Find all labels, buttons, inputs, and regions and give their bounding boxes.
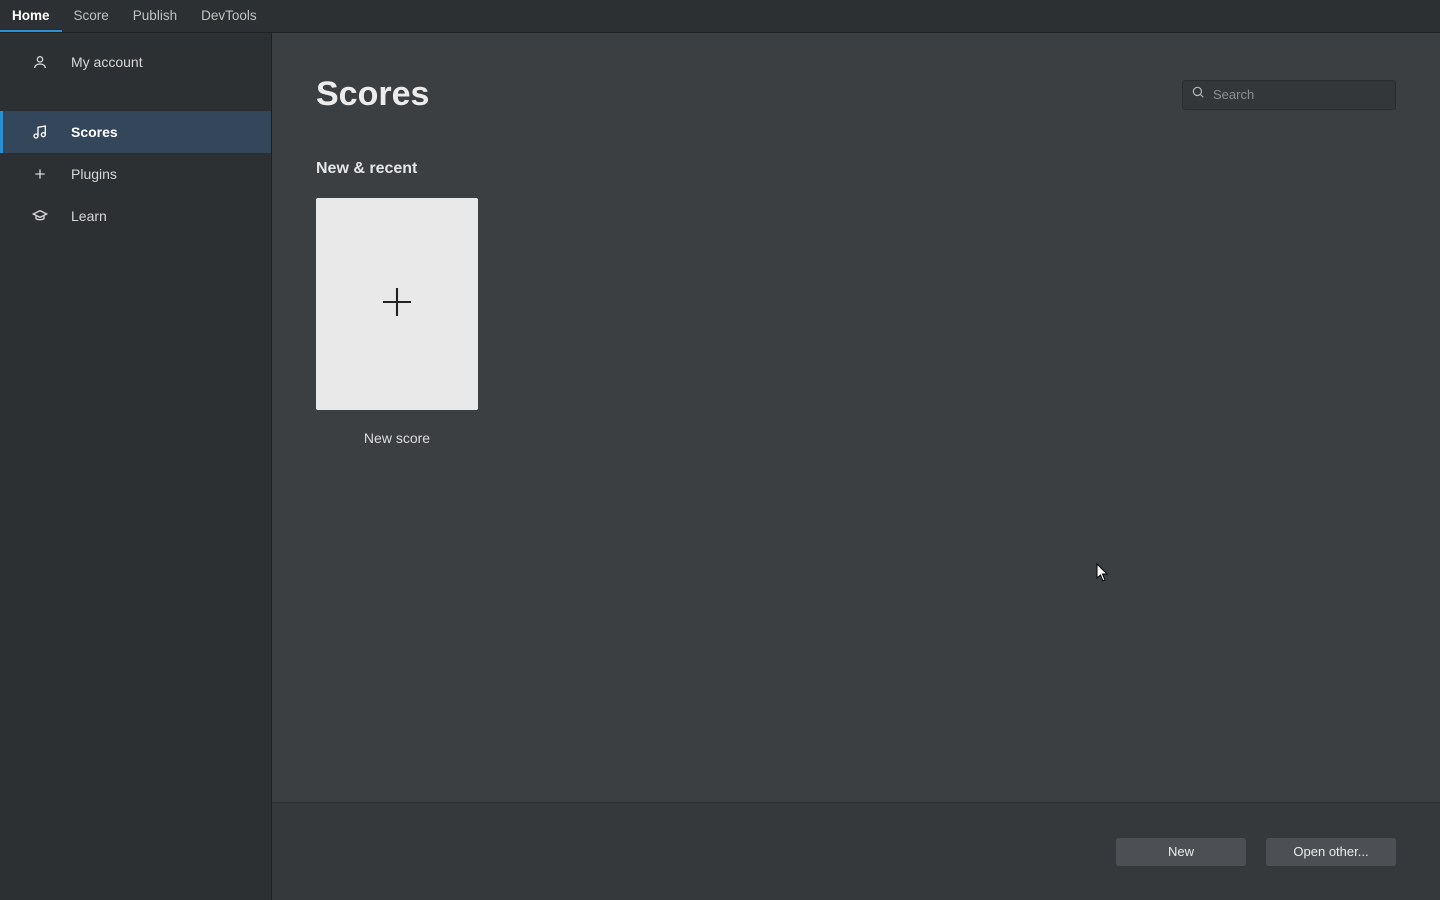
page-header: Scores	[316, 75, 1396, 114]
menu-label: Score	[74, 8, 109, 23]
page-title: Scores	[316, 75, 429, 114]
open-other-button[interactable]: Open other...	[1266, 838, 1396, 866]
new-score-card[interactable]: New score	[316, 198, 478, 446]
sidebar-item-label: My account	[71, 54, 143, 70]
search-icon	[1191, 85, 1205, 104]
music-note-icon	[31, 123, 49, 141]
sidebar-item-label: Plugins	[71, 166, 117, 182]
footer-bar: New Open other...	[272, 802, 1440, 900]
search-box[interactable]	[1182, 80, 1396, 110]
search-input[interactable]	[1213, 87, 1389, 102]
plus-large-icon	[376, 281, 418, 328]
new-score-thumb	[316, 198, 478, 410]
menu-label: DevTools	[201, 8, 257, 23]
sidebar: My account Scores Plugins	[0, 33, 272, 900]
sidebar-item-scores[interactable]: Scores	[0, 111, 271, 153]
person-icon	[31, 53, 49, 71]
scores-grid: New score	[316, 198, 1396, 446]
content: Scores New & recent	[272, 33, 1440, 900]
menu-home[interactable]: Home	[0, 0, 62, 32]
menu-score[interactable]: Score	[62, 0, 121, 32]
sidebar-item-account[interactable]: My account	[0, 41, 271, 83]
menu-devtools[interactable]: DevTools	[189, 0, 269, 32]
menu-label: Publish	[133, 8, 177, 23]
new-button[interactable]: New	[1116, 838, 1246, 866]
sidebar-item-learn[interactable]: Learn	[0, 195, 271, 237]
section-title: New & recent	[316, 160, 1396, 178]
graduation-icon	[31, 207, 49, 225]
plus-icon	[31, 165, 49, 183]
menu-publish[interactable]: Publish	[121, 0, 189, 32]
score-card-label: New score	[316, 430, 478, 446]
menu-label: Home	[12, 8, 50, 23]
sidebar-item-label: Learn	[71, 208, 107, 224]
sidebar-item-label: Scores	[71, 124, 118, 140]
sidebar-item-plugins[interactable]: Plugins	[0, 153, 271, 195]
menubar: Home Score Publish DevTools	[0, 0, 1440, 33]
